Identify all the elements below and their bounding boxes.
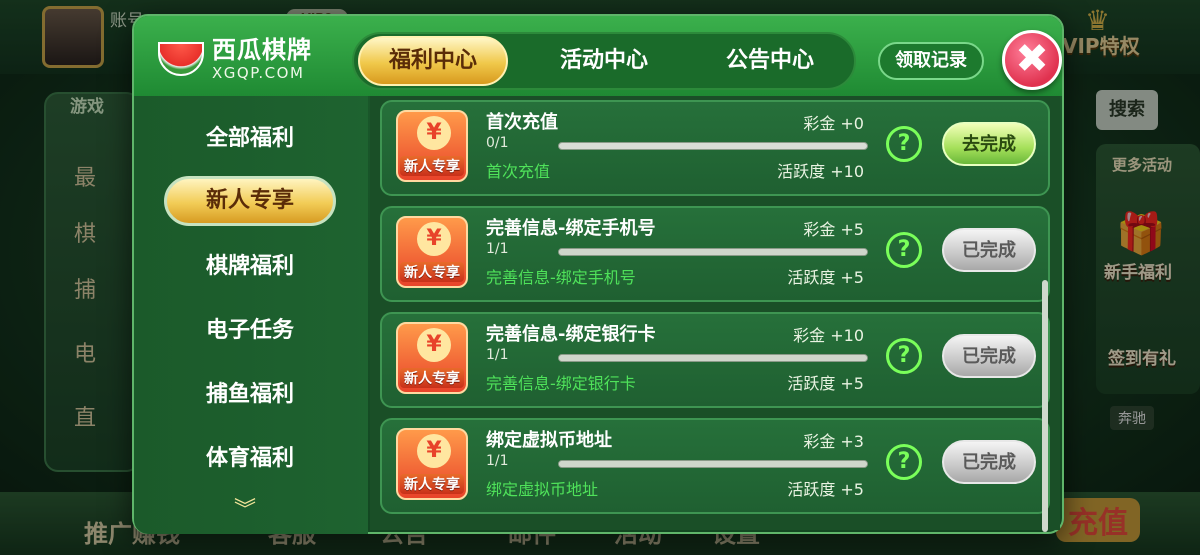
logo-subtitle: XGQP.COM (212, 64, 305, 82)
task-activity-points: 活跃度 +5 (787, 374, 864, 393)
help-icon[interactable]: ? (886, 444, 922, 480)
sidebar-item-fishing-welfare[interactable]: 捕鱼福利 (164, 370, 336, 420)
task-reward: 彩金 +5 (803, 220, 864, 239)
tab-activity-center[interactable]: 活动中心 (524, 34, 684, 88)
coin-icon: ¥ (417, 116, 451, 150)
task-card: ¥ 新人专享 绑定虚拟币地址 彩金 +3 1/1 绑定虚拟币地址 活跃度 +5 … (380, 418, 1050, 514)
task-progress-bar (558, 142, 868, 150)
task-title: 完善信息-绑定银行卡 (486, 324, 656, 345)
task-list-scrollbar[interactable] (1042, 280, 1048, 532)
task-progress-bar (558, 460, 868, 468)
icon-tag: 新人专享 (400, 368, 464, 388)
sidebar-item-card-welfare[interactable]: 棋牌福利 (164, 242, 336, 292)
watermelon-logo-icon (158, 42, 204, 76)
task-progress-text: 0/1 (486, 135, 509, 151)
task-progress-fill (559, 461, 867, 467)
task-subtitle: 首次充值 (486, 162, 551, 181)
task-activity-points: 活跃度 +5 (787, 268, 864, 287)
help-icon[interactable]: ? (886, 126, 922, 162)
task-title: 绑定虚拟币地址 (486, 430, 612, 451)
welfare-center-modal: 西瓜棋牌 XGQP.COM 福利中心 活动中心 公告中心 领取记录 ✖ 全部福利… (132, 14, 1064, 534)
sidebar-item-newbie-exclusive[interactable]: 新人专享 (164, 176, 336, 226)
completed-button[interactable]: 已完成 (942, 228, 1036, 272)
sidebar-item-electronic-tasks[interactable]: 电子任务 (164, 306, 336, 356)
task-progress-bar (558, 248, 868, 256)
task-title: 首次充值 (486, 112, 558, 133)
completed-button[interactable]: 已完成 (942, 440, 1036, 484)
tab-welfare-center[interactable]: 福利中心 (358, 36, 508, 86)
icon-tag: 新人专享 (400, 474, 464, 494)
coin-icon: ¥ (417, 328, 451, 362)
task-reward: 彩金 +3 (803, 432, 864, 451)
task-progress-fill (559, 249, 867, 255)
task-card: ¥ 新人专享 完善信息-绑定手机号 彩金 +5 1/1 完善信息-绑定手机号 活… (380, 206, 1050, 302)
task-reward: 彩金 +0 (803, 114, 864, 133)
task-card: ¥ 新人专享 首次充值 彩金 +0 0/1 首次充值 活跃度 +10 ? 去完成 (380, 100, 1050, 196)
newbie-reward-icon: ¥ 新人专享 (396, 110, 468, 182)
newbie-reward-icon: ¥ 新人专享 (396, 216, 468, 288)
newbie-reward-icon: ¥ 新人专享 (396, 322, 468, 394)
help-icon[interactable]: ? (886, 232, 922, 268)
task-subtitle: 完善信息-绑定手机号 (486, 268, 636, 287)
task-progress-bar (558, 354, 868, 362)
claim-record-button[interactable]: 领取记录 (878, 42, 984, 80)
task-list: ¥ 新人专享 首次充值 彩金 +0 0/1 首次充值 活跃度 +10 ? 去完成… (370, 96, 1060, 530)
task-progress-fill (559, 355, 867, 361)
icon-tag: 新人专享 (400, 156, 464, 176)
modal-header: 西瓜棋牌 XGQP.COM 福利中心 活动中心 公告中心 领取记录 ✖ (134, 16, 1062, 96)
task-subtitle: 完善信息-绑定银行卡 (486, 374, 636, 393)
logo-title: 西瓜棋牌 (212, 36, 312, 64)
completed-button[interactable]: 已完成 (942, 334, 1036, 378)
task-title: 完善信息-绑定手机号 (486, 218, 656, 239)
newbie-reward-icon: ¥ 新人专享 (396, 428, 468, 500)
close-icon[interactable]: ✖ (1002, 30, 1062, 90)
welfare-category-sidebar: 全部福利 新人专享 棋牌福利 电子任务 捕鱼福利 体育福利 (134, 96, 368, 534)
sidebar-item-all-welfare[interactable]: 全部福利 (164, 114, 336, 164)
task-reward: 彩金 +10 (793, 326, 864, 345)
task-card: ¥ 新人专享 完善信息-绑定银行卡 彩金 +10 1/1 完善信息-绑定银行卡 … (380, 312, 1050, 408)
tab-group: 福利中心 活动中心 公告中心 (352, 32, 856, 90)
help-icon[interactable]: ? (886, 338, 922, 374)
task-progress-text: 1/1 (486, 347, 509, 363)
task-activity-points: 活跃度 +10 (777, 162, 864, 181)
go-complete-button[interactable]: 去完成 (942, 122, 1036, 166)
tab-announcement-center[interactable]: 公告中心 (690, 34, 850, 88)
coin-icon: ¥ (417, 434, 451, 468)
icon-tag: 新人专享 (400, 262, 464, 282)
sidebar-item-sports-welfare[interactable]: 体育福利 (164, 434, 336, 484)
coin-icon: ¥ (417, 222, 451, 256)
logo: 西瓜棋牌 XGQP.COM (154, 26, 344, 90)
task-progress-text: 1/1 (486, 241, 509, 257)
chevron-down-icon[interactable]: ︾ (234, 492, 256, 524)
task-activity-points: 活跃度 +5 (787, 480, 864, 499)
task-progress-text: 1/1 (486, 453, 509, 469)
task-subtitle: 绑定虚拟币地址 (486, 480, 599, 499)
